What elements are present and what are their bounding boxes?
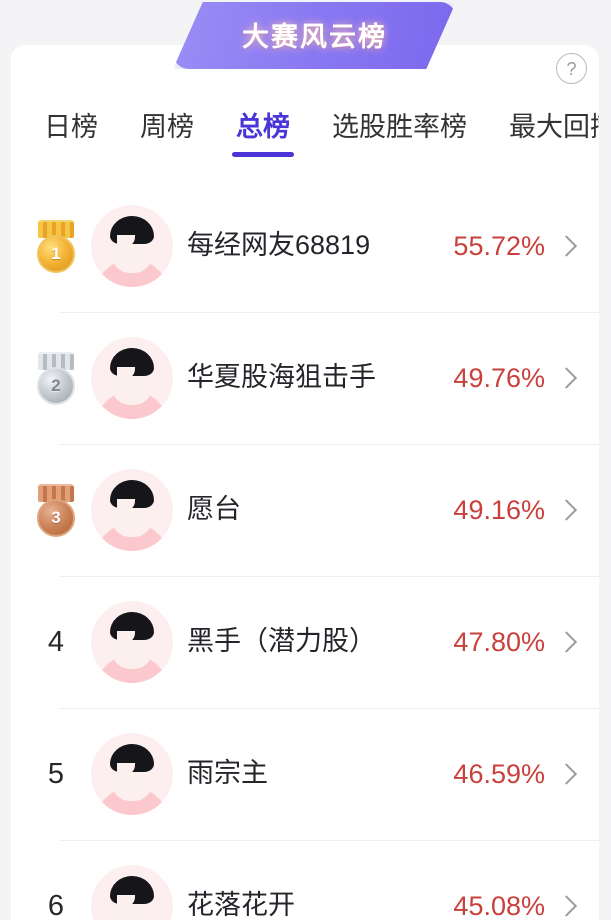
chevron-right-icon[interactable] [557, 493, 577, 527]
tab-label: 最大回撤 [509, 112, 599, 142]
table-row[interactable]: 5 雨宗主 46.59% [11, 708, 599, 840]
return-value: 47.80% [453, 626, 545, 657]
avatar [91, 865, 173, 920]
return-value: 45.08% [453, 890, 545, 920]
table-row[interactable]: 3 愿台 49.16% [11, 444, 599, 576]
medal-disc: 2 [37, 367, 75, 405]
return-value: 55.72% [453, 230, 545, 261]
chevron-right-icon[interactable] [557, 229, 577, 263]
rank-cell: 2 [25, 350, 87, 406]
return-value: 49.16% [453, 494, 545, 525]
page-title: 大赛风云榜 [242, 22, 387, 52]
chevron-right-icon[interactable] [557, 757, 577, 791]
table-row[interactable]: 6 花落花开 45.08% [11, 840, 599, 920]
tab-daily[interactable]: 日榜 [44, 103, 98, 145]
gold-medal-icon: 1 [33, 218, 79, 274]
user-name: 黑手（潜力股） [187, 626, 376, 657]
rank-cell: 5 [25, 758, 87, 791]
avatar [91, 205, 173, 287]
user-name: 花落花开 [187, 890, 295, 920]
return-value: 46.59% [453, 758, 545, 789]
leaderboard-card: 日榜 周榜 总榜 选股胜率榜 最大回撤 1 [11, 45, 599, 920]
user-name: 华夏股海狙击手 [187, 362, 376, 393]
leaderboard-screen: 日榜 周榜 总榜 选股胜率榜 最大回撤 1 [0, 0, 611, 920]
table-row[interactable]: 4 黑手（潜力股） 47.80% [11, 576, 599, 708]
chevron-right-icon[interactable] [557, 889, 577, 920]
tab-label: 总榜 [236, 112, 290, 142]
rank-number: 6 [47, 889, 65, 920]
avatar [91, 601, 173, 683]
chevron-right-icon[interactable] [557, 625, 577, 659]
tab-label: 周榜 [140, 112, 194, 142]
avatar-hair [110, 480, 154, 511]
silver-medal-icon: 2 [33, 350, 79, 406]
avatar-hair [110, 216, 154, 247]
avatar-hair [110, 744, 154, 775]
help-icon[interactable]: ? [556, 53, 587, 84]
rank-cell: 6 [25, 890, 87, 920]
bronze-medal-icon: 3 [33, 482, 79, 538]
table-row[interactable]: 1 每经网友68819 55.72% [11, 180, 599, 312]
avatar-hair [110, 348, 154, 379]
tab-active-underline [232, 151, 294, 157]
tab-max-drawdown[interactable]: 最大回撤 [509, 103, 599, 145]
rank-cell: 3 [25, 482, 87, 538]
tab-label: 选股胜率榜 [332, 112, 467, 142]
leaderboard-list: 1 每经网友68819 55.72% 2 华夏股海狙击手 49.76% 3 愿台… [11, 180, 599, 920]
avatar [91, 469, 173, 551]
user-name: 每经网友68819 [187, 230, 371, 261]
user-name: 愿台 [187, 494, 241, 525]
tab-label: 日榜 [44, 112, 98, 142]
page-title-banner: 大赛风云榜 [173, 2, 456, 69]
medal-disc: 1 [37, 235, 75, 273]
rank-number: 5 [47, 757, 65, 790]
avatar-hair [110, 612, 154, 643]
table-row[interactable]: 2 华夏股海狙击手 49.76% [11, 312, 599, 444]
tab-stock-win-rate[interactable]: 选股胜率榜 [332, 103, 467, 145]
medal-disc: 3 [37, 499, 75, 537]
tab-bar: 日榜 周榜 总榜 选股胜率榜 最大回撤 [11, 103, 599, 175]
rank-cell: 1 [25, 218, 87, 274]
avatar [91, 733, 173, 815]
tab-weekly[interactable]: 周榜 [140, 103, 194, 145]
tab-overall[interactable]: 总榜 [232, 103, 294, 157]
rank-number: 4 [47, 625, 65, 658]
chevron-right-icon[interactable] [557, 361, 577, 395]
avatar [91, 337, 173, 419]
return-value: 49.76% [453, 362, 545, 393]
avatar-hair [110, 876, 154, 907]
user-name: 雨宗主 [187, 758, 268, 789]
rank-cell: 4 [25, 626, 87, 659]
